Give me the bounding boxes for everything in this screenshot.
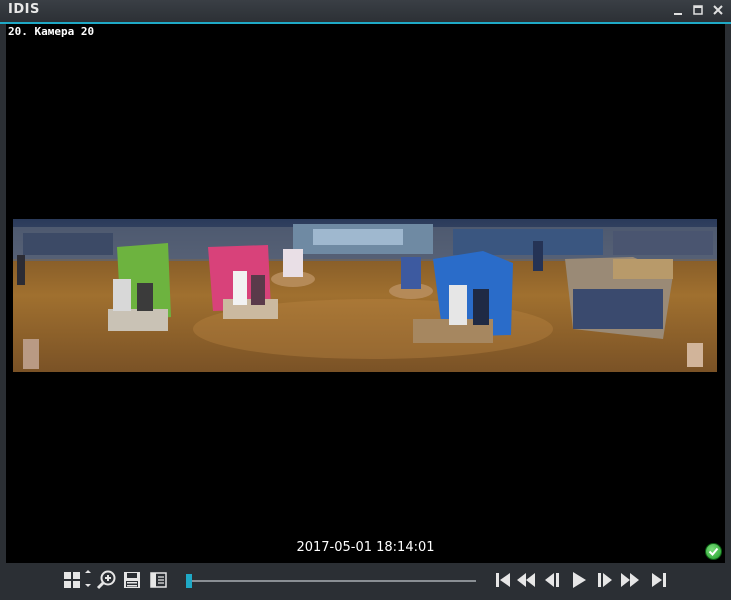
go-to-start-icon[interactable] xyxy=(493,570,513,590)
app-window: IDIS 20. Камера 20 2017-05-01 18:14:01 xyxy=(0,0,731,600)
timeline-handle[interactable] xyxy=(186,574,192,588)
play-icon[interactable] xyxy=(569,570,589,590)
save-icon[interactable] xyxy=(122,570,142,590)
playback-toolbar xyxy=(6,564,725,598)
step-forward-icon[interactable] xyxy=(595,570,615,590)
arrow-toggle-icon[interactable] xyxy=(84,570,92,590)
zoom-in-icon[interactable] xyxy=(96,570,116,590)
step-back-icon[interactable] xyxy=(542,570,562,590)
camera-label: 20. Камера 20 xyxy=(8,25,95,38)
status-ok-icon xyxy=(705,543,722,560)
app-title: IDIS xyxy=(8,2,40,17)
maximize-icon[interactable] xyxy=(691,3,705,17)
fast-forward-icon[interactable] xyxy=(620,570,640,590)
playback-timeline-slider[interactable] xyxy=(186,574,476,588)
close-icon[interactable] xyxy=(711,3,725,17)
panorama-video-frame[interactable] xyxy=(13,219,717,372)
camera-viewport[interactable]: 20. Камера 20 2017-05-01 18:14:01 xyxy=(6,24,725,563)
layout-grid-icon[interactable] xyxy=(62,570,82,590)
timestamp-overlay: 2017-05-01 18:14:01 xyxy=(296,540,435,555)
title-bar[interactable]: IDIS xyxy=(0,0,731,24)
rewind-icon[interactable] xyxy=(516,570,536,590)
go-to-end-icon[interactable] xyxy=(649,570,669,590)
minimize-icon[interactable] xyxy=(671,3,685,17)
window-controls xyxy=(671,3,725,17)
panel-icon[interactable] xyxy=(149,570,169,590)
